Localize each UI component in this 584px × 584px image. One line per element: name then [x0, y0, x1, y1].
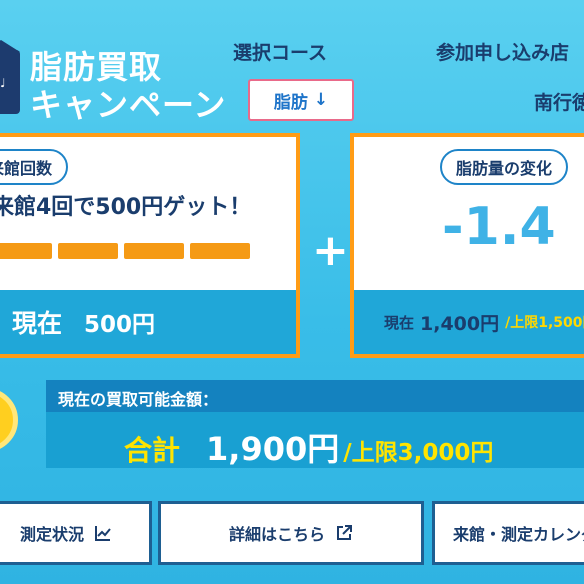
progress-segment: [58, 243, 118, 259]
logo-mark-icon: ♩: [0, 76, 6, 90]
details-button[interactable]: 詳細はこちら: [158, 501, 424, 565]
course-select-button[interactable]: 脂肪 ↓: [248, 79, 354, 121]
total-row: 合計 1,900円 /上限3,000円: [124, 424, 493, 470]
title-line-2: キャンペーン: [30, 86, 227, 124]
campaign-title: 脂肪買取 キャンペーン: [30, 48, 226, 124]
external-link-icon: [337, 525, 352, 540]
measure-status-label: 測定状況: [19, 525, 84, 544]
progress-segment: [190, 243, 250, 259]
chart-trend-icon: [95, 526, 111, 541]
coin-icon: [0, 388, 18, 452]
campaign-screen: ♩ 脂肪買取 キャンペーン 選択コース 脂肪 ↓ 参加申し込み店 南行徳 来館回…: [0, 0, 584, 584]
visits-now-amount: 500円: [84, 312, 156, 338]
fat-change-badge: 脂肪量の変化: [440, 149, 569, 185]
store-name: 南行徳: [534, 92, 584, 114]
course-value: 脂肪: [273, 92, 308, 113]
fat-now-amount: 1,400円: [420, 312, 500, 335]
total-sum-word: 合計: [124, 434, 181, 467]
visits-now-label: 現在: [12, 309, 63, 338]
plus-sign: +: [312, 225, 349, 276]
calendar-button[interactable]: 来館・測定カレンダー: [432, 501, 584, 565]
course-label: 選択コース: [233, 42, 328, 64]
arrow-down-icon: ↓: [313, 90, 329, 110]
visits-card: 来館回数 来館4回で500円ゲット！ 現在 500円: [0, 133, 300, 358]
visits-footer: 現在 500円: [0, 290, 296, 354]
fat-now-label: 現在: [384, 313, 415, 332]
details-label: 詳細はこちら: [228, 525, 325, 544]
visits-progress: [0, 243, 250, 259]
title-line-1: 脂肪買取: [30, 48, 163, 86]
fat-limit: /上限1,500円: [505, 315, 584, 331]
calendar-label: 来館・測定カレンダー: [453, 525, 584, 544]
total-label: 現在の買取可能金額：: [58, 390, 219, 409]
visits-badge: 来館回数: [0, 149, 69, 185]
entry-store-label: 参加申し込み店: [436, 42, 570, 64]
logo: ♩: [0, 40, 20, 114]
fat-change-value: -1.4: [442, 197, 556, 257]
fat-change-card: 脂肪量の変化 -1.4 現在 1,400円 /上限1,500円: [350, 133, 584, 358]
visits-description: 来館4回で500円ゲット！: [0, 195, 252, 220]
fat-footer: 現在 1,400円 /上限1,500円: [354, 290, 584, 354]
total-limit: /上限3,000円: [343, 440, 494, 466]
measure-status-button[interactable]: 測定状況: [0, 501, 152, 565]
progress-segment: [124, 243, 184, 259]
progress-segment: [0, 243, 52, 259]
total-amount: 1,900円: [206, 430, 340, 468]
